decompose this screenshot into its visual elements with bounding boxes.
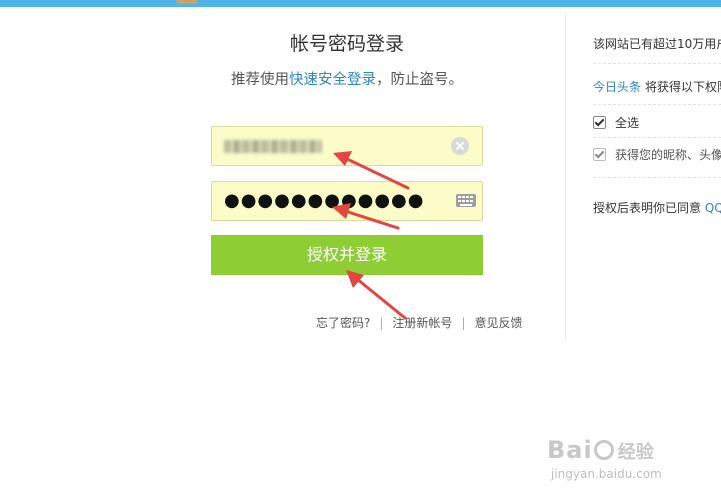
arrow-username [343, 156, 410, 190]
watermark-brand-left: Bai [547, 436, 593, 464]
paw-logo-icon [593, 440, 614, 460]
watermark-brand-right: 经验 [617, 442, 654, 463]
watermark-url: jingyan.baidu.com [551, 467, 662, 481]
arrow-password-head [332, 203, 351, 219]
arrow-button-head [346, 270, 364, 288]
arrow-password [343, 209, 400, 230]
baidu-watermark: Bai 经验 jingyan.baidu.com [547, 436, 662, 481]
arrow-button [355, 277, 407, 320]
annotation-arrows [332, 151, 410, 320]
